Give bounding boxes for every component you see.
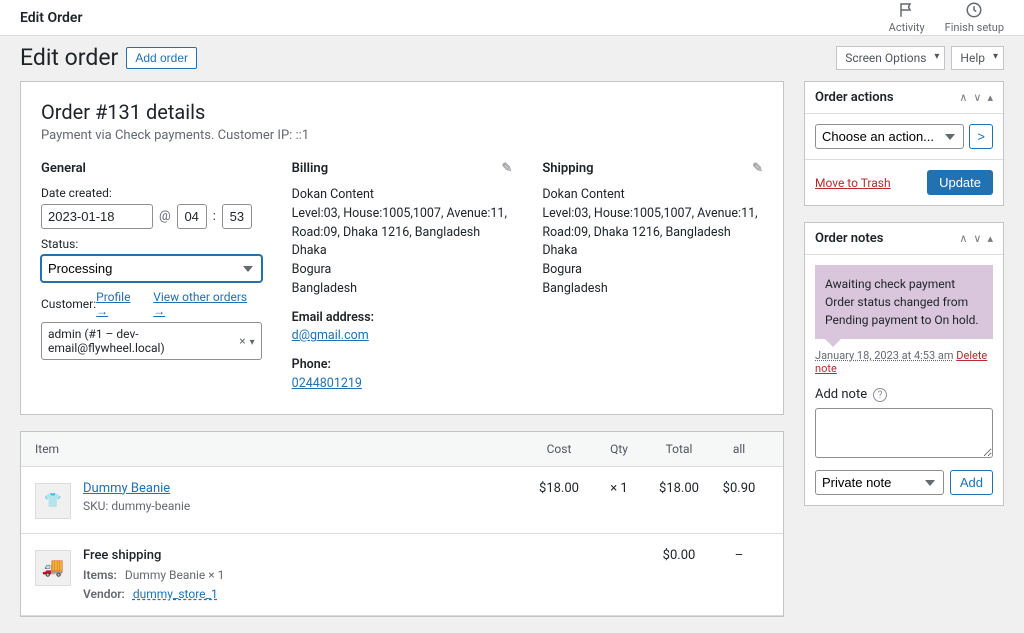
- shipping-line: Level:03, House:1005,1007, Avenue:11, Ro…: [542, 205, 763, 243]
- order-action-select[interactable]: Choose an action...: [815, 124, 964, 149]
- item-qty: × 1: [589, 481, 649, 496]
- minute-input[interactable]: [222, 204, 252, 229]
- billing-line: Bogura: [292, 261, 513, 280]
- order-details-title: Order #131 details: [41, 100, 763, 124]
- note-type-select[interactable]: Private note: [815, 470, 944, 495]
- col-item: Item: [35, 442, 529, 456]
- add-note-label: Add note: [815, 387, 867, 402]
- page-title: Edit order: [20, 44, 118, 71]
- help-icon[interactable]: ?: [873, 388, 887, 402]
- general-column: General Date created: @ : Status: Proces…: [41, 161, 262, 394]
- email-label: Email address:: [292, 309, 513, 328]
- item-all: $0.90: [709, 481, 769, 496]
- customer-label: Customer:: [41, 297, 96, 311]
- shipping-column: Shipping ✎ Dokan Content Level:03, House:…: [542, 161, 763, 394]
- order-details-box: Order #131 details Payment via Check pay…: [20, 81, 784, 415]
- billing-column: Billing ✎ Dokan Content Level:03, House:1…: [292, 161, 513, 394]
- item-total: $18.00: [649, 481, 709, 496]
- item-name-link[interactable]: Dummy Beanie: [83, 481, 529, 496]
- screen-options-dropdown[interactable]: Screen Options: [836, 46, 945, 70]
- customer-select[interactable]: admin (#1 – dev-email@flywheel.local) ×▾: [41, 322, 262, 360]
- shipping-items: Dummy Beanie × 1: [125, 568, 225, 582]
- update-button[interactable]: Update: [927, 170, 993, 195]
- note-textarea[interactable]: [815, 408, 993, 458]
- billing-line: Level:03, House:1005,1007, Avenue:11, Ro…: [292, 205, 513, 243]
- note-timestamp: January 18, 2023 at 4:53 am: [815, 349, 954, 362]
- order-actions-title: Order actions: [815, 90, 894, 105]
- shipping-name: Free shipping: [83, 548, 529, 563]
- billing-line: Bangladesh: [292, 280, 513, 299]
- move-to-trash-link[interactable]: Move to Trash: [815, 176, 891, 190]
- flag-icon: [898, 1, 916, 19]
- move-up-icon[interactable]: ∧: [959, 232, 967, 245]
- add-note-button[interactable]: Add: [950, 470, 993, 495]
- shipping-all: –: [709, 548, 769, 563]
- edit-billing-icon[interactable]: ✎: [501, 161, 512, 176]
- billing-line: Dokan Content: [292, 186, 513, 205]
- toggle-icon[interactable]: ▴: [987, 232, 993, 245]
- topbar-title: Edit Order: [20, 10, 82, 26]
- view-other-orders-link[interactable]: View other orders →: [153, 290, 261, 318]
- hour-input[interactable]: [177, 204, 207, 229]
- profile-link[interactable]: Profile →: [96, 290, 145, 318]
- order-notes-box: Order notes ∧ ∨ ▴ Awaiting check payment O…: [804, 222, 1004, 506]
- billing-phone[interactable]: 0244801219: [292, 375, 513, 394]
- status-label: Status:: [41, 237, 262, 251]
- add-order-button[interactable]: Add order: [126, 47, 197, 69]
- shipping-heading: Shipping: [542, 161, 593, 176]
- toggle-icon[interactable]: ▴: [987, 91, 993, 104]
- billing-line: Dhaka: [292, 242, 513, 261]
- shipping-line: Dokan Content: [542, 186, 763, 205]
- phone-label: Phone:: [292, 356, 513, 375]
- item-cost: $18.00: [529, 481, 589, 496]
- item-row: 👕 Dummy Beanie SKU: dummy-beanie $18.00 …: [21, 467, 783, 534]
- date-input[interactable]: [41, 204, 153, 229]
- customer-clear-icon[interactable]: ×: [239, 334, 245, 348]
- order-details-subtitle: Payment via Check payments. Customer IP:…: [41, 128, 763, 143]
- finish-setup-button[interactable]: Finish setup: [945, 1, 1004, 34]
- at-symbol: @: [159, 209, 171, 224]
- order-notes-title: Order notes: [815, 231, 883, 246]
- move-up-icon[interactable]: ∧: [959, 91, 967, 104]
- order-note: Awaiting check payment Order status chan…: [815, 265, 993, 339]
- status-select[interactable]: Processing: [41, 255, 262, 282]
- date-created-label: Date created:: [41, 186, 262, 200]
- items-header-row: Item Cost Qty Total all: [21, 432, 783, 467]
- header-row: Edit order Add order Screen Options Help: [0, 36, 1024, 81]
- topbar: Edit Order Activity Finish setup: [0, 0, 1024, 36]
- billing-heading: Billing: [292, 161, 328, 176]
- move-down-icon[interactable]: ∨: [973, 91, 981, 104]
- clock-icon: [965, 1, 983, 19]
- apply-action-button[interactable]: >: [969, 124, 993, 149]
- time-colon: :: [213, 209, 216, 224]
- col-total: Total: [649, 442, 709, 456]
- general-heading: General: [41, 161, 262, 176]
- shipping-line: Bogura: [542, 261, 763, 280]
- vendor-link[interactable]: dummy_store_1: [133, 587, 218, 601]
- col-qty: Qty: [589, 442, 649, 456]
- product-thumb: 👕: [35, 483, 71, 519]
- order-items-box: Item Cost Qty Total all 👕 Dummy Beanie S…: [20, 431, 784, 617]
- chevron-down-icon: ▾: [250, 337, 255, 348]
- item-row: 🚚 Free shipping Items:Dummy Beanie × 1 V…: [21, 534, 783, 616]
- shipping-total: $0.00: [649, 548, 709, 563]
- edit-shipping-icon[interactable]: ✎: [752, 161, 763, 176]
- shipping-line: Bangladesh: [542, 280, 763, 299]
- order-actions-box: Order actions ∧∨▴ Choose an action... > …: [804, 81, 1004, 206]
- item-sku: dummy-beanie: [111, 499, 190, 513]
- shipping-icon: 🚚: [35, 550, 71, 586]
- move-down-icon[interactable]: ∨: [973, 232, 981, 245]
- billing-email[interactable]: d@gmail.com: [292, 327, 513, 346]
- col-cost: Cost: [529, 442, 589, 456]
- activity-button[interactable]: Activity: [889, 1, 925, 34]
- col-all: all: [709, 442, 769, 456]
- help-dropdown[interactable]: Help: [951, 46, 1004, 70]
- shipping-line: Dhaka: [542, 242, 763, 261]
